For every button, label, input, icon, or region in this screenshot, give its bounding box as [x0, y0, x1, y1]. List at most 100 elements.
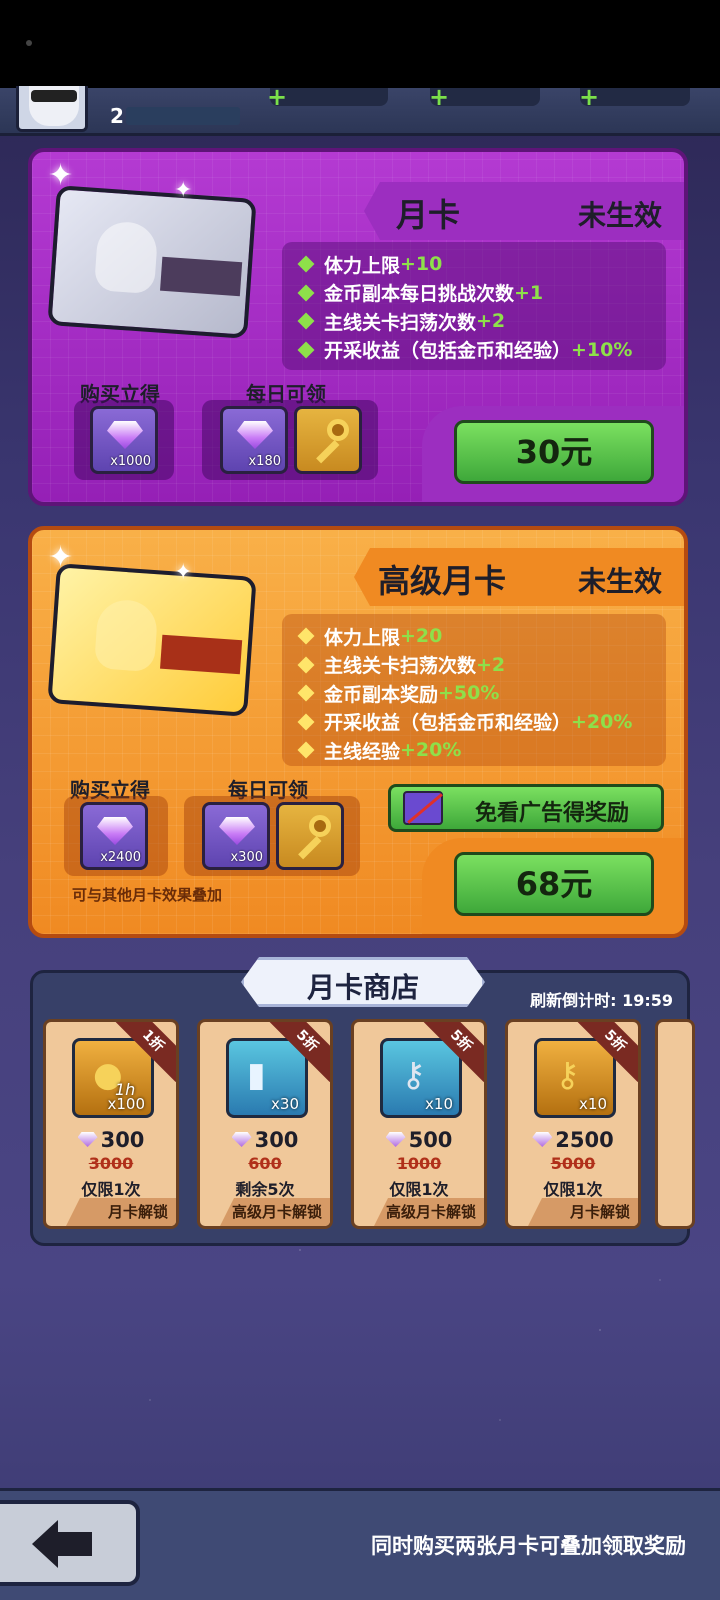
refresh-time: 19:59: [622, 991, 673, 1010]
bullet-icon: [297, 741, 315, 759]
gold-key-icon: [291, 815, 331, 860]
gem-icon: [237, 421, 273, 449]
camera-dot: [26, 40, 32, 46]
monthly-card-panel: ✦ ✦ 月卡 未生效 体力上限 +10 金币副本每日挑战次数 +1 主线关卡扫荡次数…: [28, 148, 688, 506]
perk-bonus: +50%: [438, 682, 500, 705]
gem-reward-tile[interactable]: x300: [202, 802, 270, 870]
monthly-card-shop: 月卡商店 刷新倒计时: 19:59 ● 1h x100 1折 300 3000 仅限…: [30, 970, 695, 1246]
perk-bonus: +20: [400, 625, 443, 648]
perk-row: 体力上限 +10: [294, 250, 666, 279]
perk-bonus: +2: [476, 310, 506, 333]
monthly-card-perks: 体力上限 +10 金币副本每日挑战次数 +1 主线关卡扫荡次数 +2 开采收益（包括金…: [282, 242, 666, 370]
key-glyph: ⚷: [555, 1055, 580, 1095]
shop-title-banner: 月卡商店: [241, 957, 485, 1007]
old-price: 600: [248, 1154, 282, 1173]
perk-row: 开采收益（包括金币和经验） +20%: [294, 708, 666, 737]
perk-bonus: +1: [514, 281, 544, 304]
perk-row: 主线关卡扫荡次数 +2: [294, 307, 666, 336]
silver-key-icon: ⚷ x10: [380, 1038, 462, 1118]
add-stamina-icon[interactable]: +: [266, 85, 288, 109]
old-price: 5000: [550, 1154, 596, 1173]
stacking-tip: 同时购买两张月卡可叠加领取奖励: [371, 1534, 686, 1558]
perk-bonus: +20%: [400, 739, 462, 762]
premium-card-image: [47, 563, 257, 717]
coin-bag-icon: ● 1h x100: [72, 1038, 154, 1118]
purchase-limit: 仅限1次: [81, 1180, 141, 1199]
bullet-icon: [297, 713, 315, 731]
back-arrow-icon: [32, 1520, 92, 1568]
skip-ad-reward-button[interactable]: 免看广告得奖励: [388, 784, 664, 832]
item-qty: x10: [425, 1095, 453, 1113]
shop-title: 月卡商店: [306, 971, 419, 1004]
battery-glyph: ▮: [247, 1055, 266, 1095]
item-price: 2500: [508, 1128, 638, 1152]
key-reward-tile[interactable]: [276, 802, 344, 870]
sparkle-icon: ✦: [48, 158, 74, 193]
daily-reward-group: x180: [202, 400, 378, 480]
status-bar: [0, 0, 720, 90]
battery-icon: ▮ x30: [226, 1038, 308, 1118]
gem-reward-tile[interactable]: x1000: [90, 406, 158, 474]
gem-icon: [97, 817, 133, 845]
add-gold-icon[interactable]: +: [578, 85, 600, 109]
gem-icon: [532, 1132, 553, 1147]
skip-ad-label: 免看广告得奖励: [475, 801, 630, 826]
gold-key-icon: [309, 419, 349, 464]
perk-bonus: +2: [476, 653, 506, 676]
price-area: 30元: [422, 406, 684, 502]
purchase-limit: 剩余5次: [235, 1180, 295, 1199]
daily-reward-group: x300: [184, 796, 360, 876]
key-glyph: ⚷: [401, 1055, 426, 1095]
premium-card-status: 未生效: [577, 565, 662, 598]
shop-item[interactable]: ▮ x30 5折 300 600 剩余5次 高级月卡解锁: [197, 1019, 333, 1229]
old-price: 3000: [88, 1154, 134, 1173]
sparkle-icon: ✦: [174, 178, 193, 203]
no-ad-tv-icon: [403, 791, 443, 825]
price-value: 500: [408, 1128, 453, 1152]
shop-item[interactable]: ⚷ x10 5折 2500 5000 仅限1次 月卡解锁: [505, 1019, 641, 1229]
perk-text: 主线关卡扫荡次数: [324, 655, 477, 678]
perk-bonus: +20%: [571, 710, 633, 733]
back-button[interactable]: [0, 1500, 140, 1586]
shop-item[interactable]: ● 1h x100 1折 300 3000 仅限1次 月卡解锁: [43, 1019, 179, 1229]
perk-text: 开采收益（包括金币和经验）: [324, 340, 572, 363]
perk-bonus: +10: [400, 253, 443, 276]
buy-monthly-card-button[interactable]: 30元: [454, 420, 654, 484]
perk-row: 主线经验 +20%: [294, 736, 666, 765]
gem-reward-tile[interactable]: x2400: [80, 802, 148, 870]
sparkle-icon: ✦: [174, 560, 193, 585]
monthly-card-title: 月卡: [396, 196, 461, 234]
bullet-icon: [297, 312, 315, 330]
perk-row: 主线关卡扫荡次数 +2: [294, 651, 666, 680]
perk-text: 金币副本每日挑战次数: [324, 283, 515, 306]
purchase-limit: 仅限1次: [389, 1180, 449, 1199]
unlock-requirement: 月卡解锁: [528, 1198, 638, 1226]
bunny-emblem: [93, 220, 159, 295]
old-price: 1000: [396, 1154, 442, 1173]
perk-text: 金币副本奖励: [324, 683, 439, 706]
add-gem-icon[interactable]: +: [428, 85, 450, 109]
buy-premium-card-button[interactable]: 68元: [454, 852, 654, 916]
card-stripe: [160, 634, 243, 675]
purchase-limit: 仅限1次: [543, 1180, 603, 1199]
gem-icon: [77, 1132, 98, 1147]
key-reward-tile[interactable]: [294, 406, 362, 474]
shop-item[interactable]: ⚷ x10 5折 500 1000 仅限1次 高级月卡解锁: [351, 1019, 487, 1229]
player-avatar[interactable]: [16, 86, 88, 132]
premium-card-perks: 体力上限 +20 主线关卡扫荡次数 +2 金币副本奖励 +50% 开采收益（包括金币和…: [282, 614, 666, 766]
gem-reward-tile[interactable]: x180: [220, 406, 288, 474]
sparkle-icon: ✦: [48, 540, 74, 575]
reward-qty: x1000: [110, 454, 151, 469]
gem-icon: [219, 817, 255, 845]
perk-bonus: +10%: [571, 338, 633, 361]
monthly-card-status: 未生效: [577, 199, 662, 232]
premium-card-title: 高级月卡: [378, 562, 507, 600]
perk-row: 体力上限 +20: [294, 622, 666, 651]
buy-reward-group: x2400: [64, 796, 168, 876]
bunny-emblem: [93, 598, 159, 673]
exp-bar: [126, 107, 240, 125]
bullet-icon: [297, 341, 315, 359]
perk-row: 金币副本每日挑战次数 +1: [294, 279, 666, 308]
shop-item-partial[interactable]: [655, 1019, 695, 1229]
item-price: 300: [200, 1128, 330, 1152]
